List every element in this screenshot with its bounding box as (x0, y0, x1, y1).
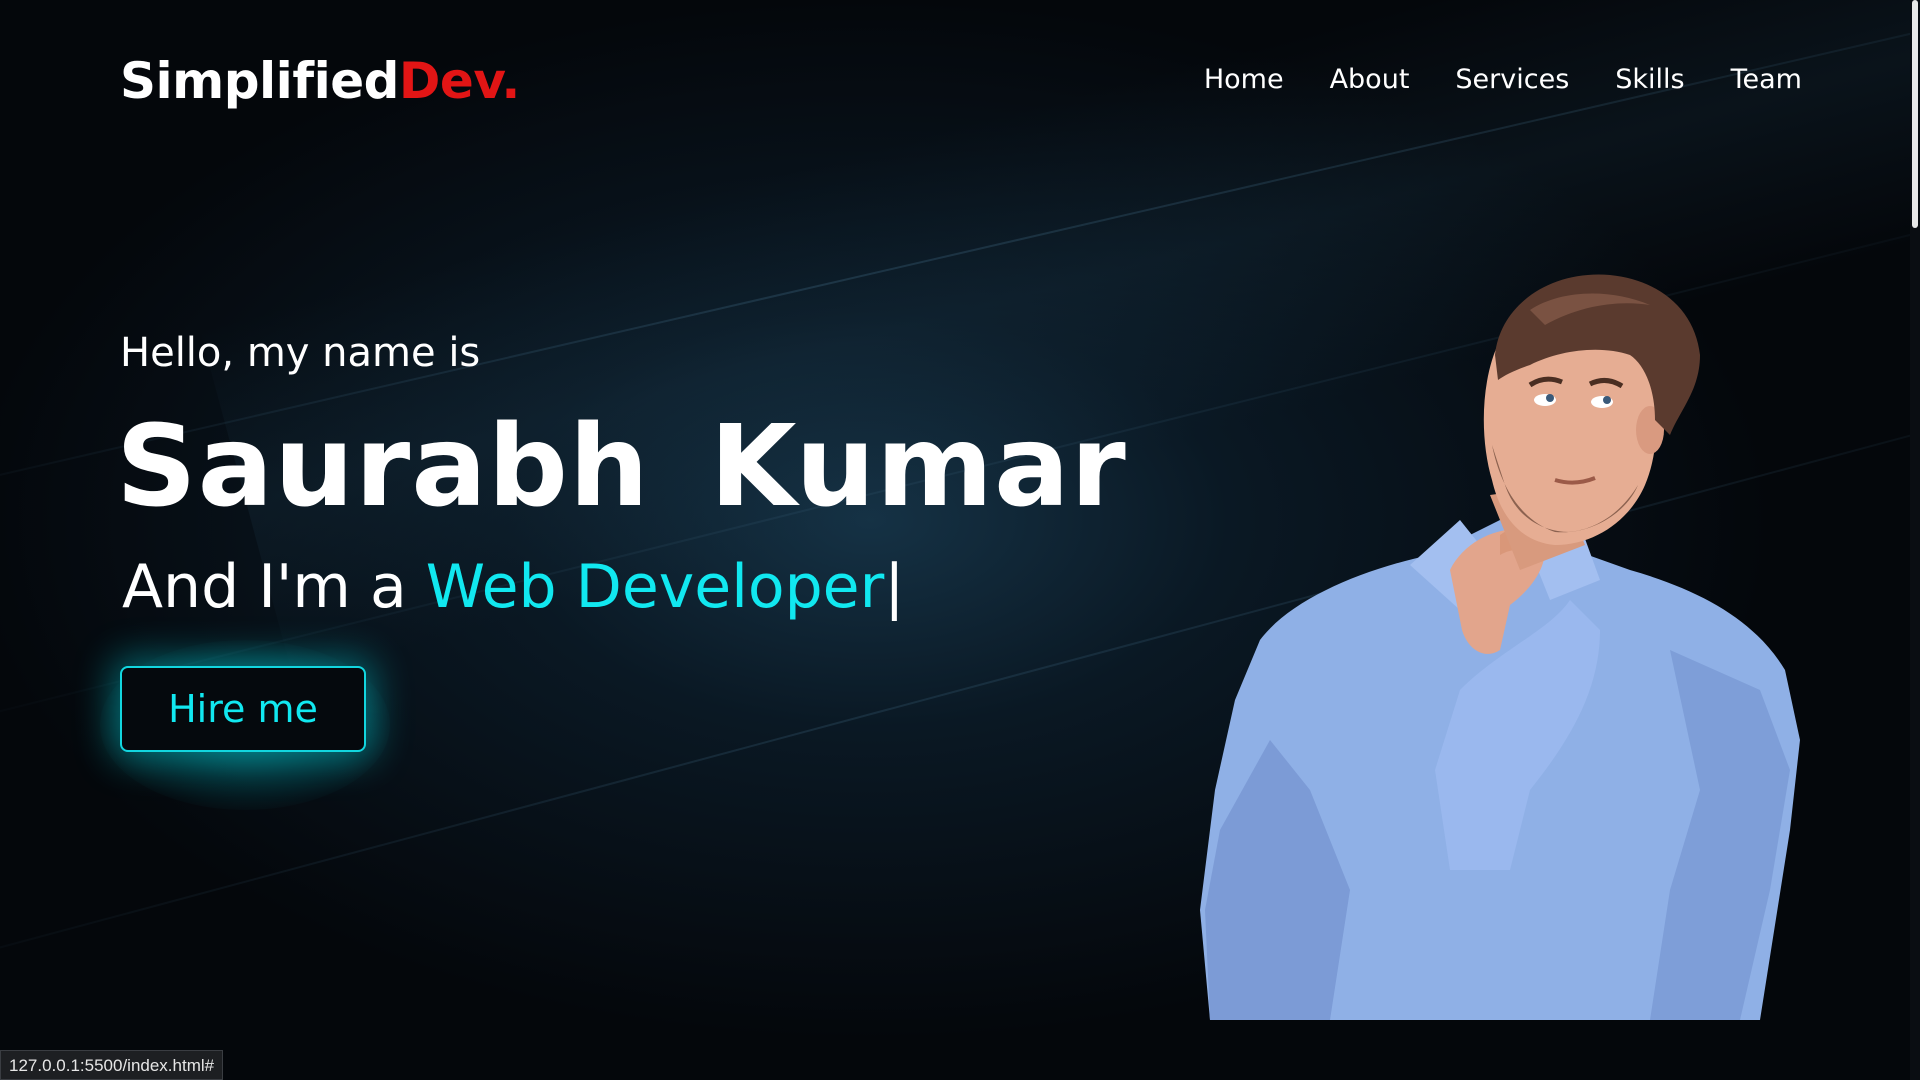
pupil-right (1603, 396, 1611, 404)
nav-link-about[interactable]: About (1330, 64, 1410, 95)
portfolio-page: SimplifiedDev. Home About Services Skill… (0, 0, 1920, 1080)
typing-cursor: | (884, 552, 905, 622)
logo-main-text: Simplified (120, 52, 399, 110)
nav-link-team[interactable]: Team (1731, 64, 1802, 95)
hire-me-button[interactable]: Hire me (120, 666, 366, 752)
pupil-left (1546, 394, 1554, 402)
hero-name: Saurabh Kumar (116, 402, 1127, 532)
page-scrollbar[interactable] (1910, 0, 1920, 1080)
portrait-image (1200, 274, 1800, 1020)
site-logo[interactable]: SimplifiedDev. (120, 52, 520, 110)
scrollbar-thumb[interactable] (1912, 0, 1918, 228)
logo-accent-text: Dev. (398, 52, 520, 110)
role-prefix: And I'm a (122, 552, 426, 622)
hero-role-line: And I'm a Web Developer| (122, 552, 904, 622)
nav-link-skills[interactable]: Skills (1615, 64, 1684, 95)
nav-link-home[interactable]: Home (1204, 64, 1284, 95)
hero-greeting: Hello, my name is (120, 330, 481, 376)
browser-status-bar: 127.0.0.1:5500/index.html# (0, 1050, 224, 1080)
nav-link-services[interactable]: Services (1455, 64, 1569, 95)
role-typed-text: Web Developer (425, 552, 885, 622)
main-nav: Home About Services Skills Team (1204, 64, 1802, 95)
